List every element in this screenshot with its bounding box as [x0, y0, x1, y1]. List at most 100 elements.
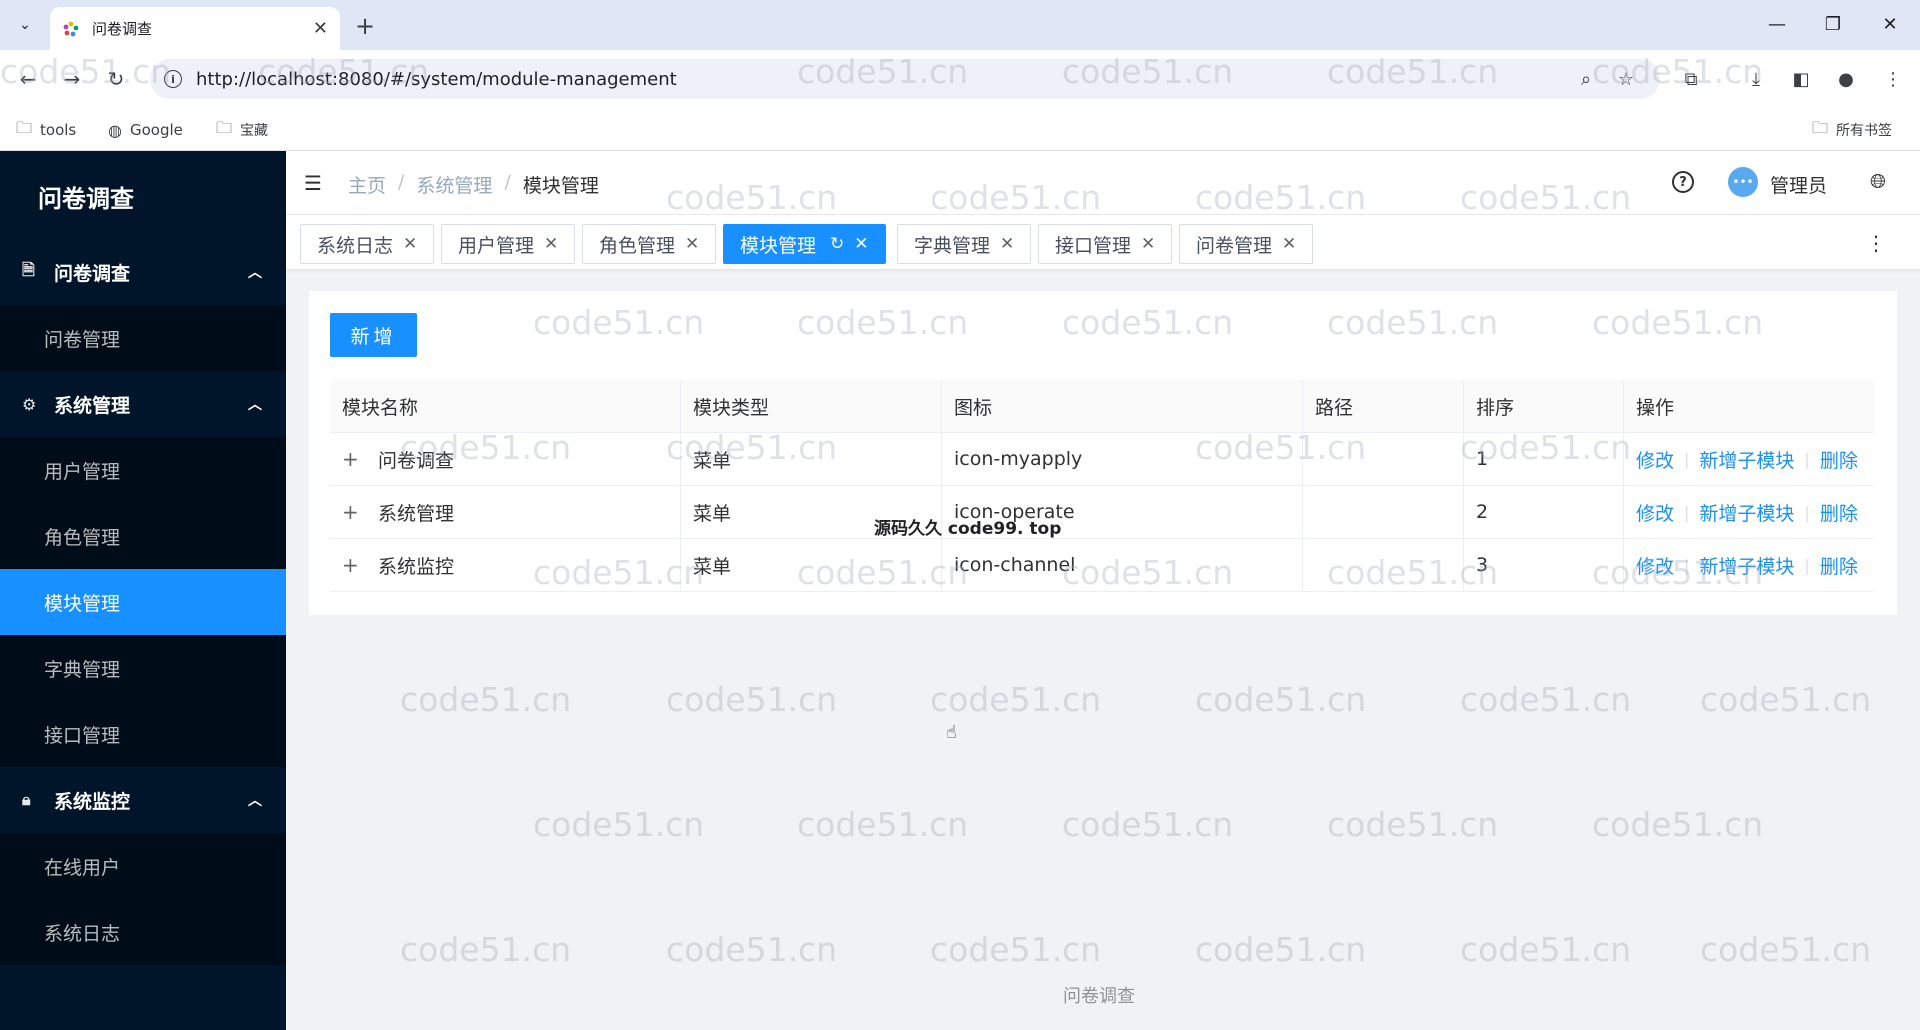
watermark: code51.cn: [666, 930, 838, 969]
tag-dictionary[interactable]: 字典管理 ✕: [897, 224, 1032, 264]
menu-item-roles[interactable]: 角色管理: [0, 503, 286, 569]
close-icon[interactable]: ✕: [1141, 234, 1155, 254]
menu-group-monitor[interactable]: 🔒︎ 系统监控 ︿: [0, 767, 286, 833]
menu-fold-icon[interactable]: ☰: [304, 171, 322, 195]
site-info-icon[interactable]: i: [164, 70, 182, 88]
close-tab-icon[interactable]: ✕: [313, 18, 328, 39]
breadcrumb-system[interactable]: 系统管理: [416, 171, 492, 198]
tag-survey[interactable]: 问卷管理 ✕: [1179, 224, 1314, 264]
browser-menu-icon[interactable]: ⋮: [1877, 63, 1909, 95]
username[interactable]: 管理员: [1770, 171, 1827, 198]
cell-name: + 问卷调查: [330, 433, 681, 485]
expand-icon[interactable]: +: [342, 500, 364, 524]
watermark: code51.cn: [1700, 680, 1872, 719]
more-vertical-icon[interactable]: ⋮: [1866, 231, 1886, 255]
table-row: + 系统监控 菜单 icon-channel 3 修改 | 新增子模块 | 删除: [330, 539, 1874, 592]
delete-link[interactable]: 删除: [1820, 499, 1858, 526]
browser-toolbar: ← → ↻ i http://localhost:8080/#/system/m…: [0, 50, 1920, 108]
add-child-link[interactable]: 新增子模块: [1699, 446, 1794, 473]
close-icon[interactable]: ✕: [403, 234, 417, 254]
side-panel-icon[interactable]: ◧: [1785, 63, 1817, 95]
browser-tab-title: 问卷调查: [92, 20, 153, 38]
tag-modules[interactable]: 模块管理 ↻ ✕: [723, 224, 886, 264]
content-card: 新增 模块名称 模块类型 图标 路径 排序 操作 + 问卷调查 菜单 icon-m…: [309, 291, 1897, 615]
menu-item-system-log[interactable]: 系统日志: [0, 899, 286, 965]
bookmark-tools[interactable]: 🗀 tools: [16, 116, 76, 144]
add-button[interactable]: 新增: [330, 313, 417, 357]
document-icon: 🗎: [22, 259, 35, 279]
menu-item-dictionary[interactable]: 字典管理: [0, 635, 286, 701]
module-name: 系统监控: [378, 555, 455, 578]
address-bar[interactable]: i http://localhost:8080/#/system/module-…: [150, 59, 1660, 99]
add-child-link[interactable]: 新增子模块: [1699, 499, 1794, 526]
cell-icon: icon-myapply: [942, 433, 1303, 485]
help-icon[interactable]: ?: [1672, 171, 1694, 193]
close-icon[interactable]: ✕: [854, 234, 868, 254]
extensions-icon[interactable]: ⧉: [1675, 63, 1707, 95]
column-header: 排序: [1464, 380, 1624, 432]
watermark: code51.cn: [797, 805, 969, 844]
menu-item-survey-management[interactable]: 问卷管理: [0, 305, 286, 371]
zoom-icon[interactable]: ⌕: [1570, 63, 1602, 95]
restore-icon[interactable]: ❐: [1813, 8, 1853, 40]
add-child-link[interactable]: 新增子模块: [1699, 552, 1794, 579]
tag-roles[interactable]: 角色管理 ✕: [582, 224, 717, 264]
browser-titlebar: ⌄ 问卷调查 ✕ + — ❐ ✕: [0, 0, 1920, 50]
chevron-up-icon: ︿: [248, 265, 262, 281]
bookmark-star-icon[interactable]: ☆: [1610, 63, 1642, 95]
close-icon[interactable]: ✕: [685, 234, 699, 254]
expand-icon[interactable]: +: [342, 553, 364, 577]
breadcrumb: 主页 / 系统管理 / 模块管理: [348, 171, 599, 198]
action-divider: |: [1684, 449, 1690, 469]
bookmark-google[interactable]: ◍ Google: [108, 116, 183, 144]
menu-group-label: 系统监控: [54, 790, 131, 813]
profile-icon[interactable]: ●: [1830, 63, 1862, 95]
tag-label: 用户管理: [458, 234, 535, 257]
menu-item-users[interactable]: 用户管理: [0, 437, 286, 503]
folder-icon: 🗀: [16, 117, 33, 137]
edit-link[interactable]: 修改: [1636, 446, 1674, 473]
forward-icon[interactable]: →: [56, 63, 88, 95]
edit-link[interactable]: 修改: [1636, 552, 1674, 579]
bookmark-treasure[interactable]: 🗀 宝藏: [216, 116, 268, 144]
tag-label: 字典管理: [914, 234, 991, 257]
download-icon[interactable]: ⤓: [1740, 63, 1772, 95]
close-icon[interactable]: ✕: [1000, 234, 1014, 254]
close-window-icon[interactable]: ✕: [1870, 8, 1910, 40]
browser-tab[interactable]: 问卷调查 ✕: [50, 7, 340, 50]
action-divider: |: [1804, 502, 1810, 522]
expand-icon[interactable]: +: [342, 447, 364, 471]
module-name: 问卷调查: [378, 449, 455, 472]
new-tab-button[interactable]: +: [350, 12, 380, 40]
language-icon[interactable]: 🌐︎: [1870, 169, 1886, 193]
watermark: code51.cn: [533, 805, 705, 844]
menu-item-api[interactable]: 接口管理: [0, 701, 286, 767]
menu-item-modules[interactable]: 模块管理: [0, 569, 286, 635]
tag-system-log[interactable]: 系统日志 ✕: [300, 224, 435, 264]
chevron-up-icon: ︿: [248, 397, 262, 413]
close-icon[interactable]: ✕: [544, 234, 558, 254]
edit-link[interactable]: 修改: [1636, 499, 1674, 526]
reload-icon[interactable]: ↻: [100, 63, 132, 95]
breadcrumb-home[interactable]: 主页: [348, 171, 386, 198]
delete-link[interactable]: 删除: [1820, 552, 1858, 579]
refresh-icon[interactable]: ↻: [830, 234, 844, 254]
all-bookmarks[interactable]: 🗀 所有书签: [1812, 116, 1892, 144]
cell-actions: 修改 | 新增子模块 | 删除: [1624, 539, 1874, 591]
watermark: code51.cn: [400, 930, 572, 969]
watermark: code51.cn: [400, 680, 572, 719]
avatar[interactable]: •••: [1728, 167, 1758, 197]
bookmarks-bar: 🗀 tools ◍ Google 🗀 宝藏 🗀 所有书签: [0, 108, 1920, 151]
menu-group-system[interactable]: ⚙ 系统管理 ︿: [0, 371, 286, 437]
tag-api[interactable]: 接口管理 ✕: [1038, 224, 1173, 264]
breadcrumb-separator: /: [504, 171, 511, 193]
minimize-icon[interactable]: —: [1757, 8, 1797, 40]
watermark: code51.cn: [1062, 805, 1234, 844]
close-icon[interactable]: ✕: [1282, 234, 1296, 254]
back-icon[interactable]: ←: [12, 63, 44, 95]
menu-group-survey[interactable]: 🗎 问卷调查 ︿: [0, 239, 286, 305]
menu-item-online-users[interactable]: 在线用户: [0, 833, 286, 899]
delete-link[interactable]: 删除: [1820, 446, 1858, 473]
tag-users[interactable]: 用户管理 ✕: [441, 224, 576, 264]
tab-search-icon[interactable]: ⌄: [10, 11, 40, 39]
